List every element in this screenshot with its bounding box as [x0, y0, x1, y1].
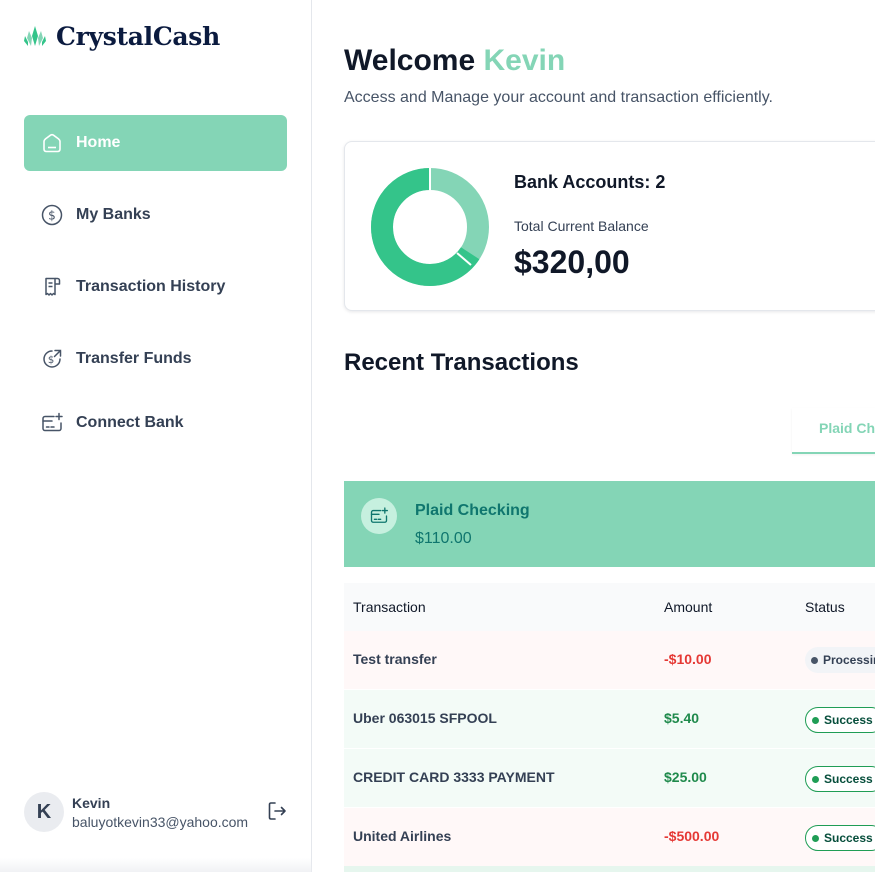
bank-accounts-count: Bank Accounts: 2	[514, 172, 666, 192]
dollar-circle-icon: $	[40, 203, 64, 227]
status-badge: Processin	[805, 647, 875, 673]
status-label: Success	[824, 713, 873, 727]
tab-plaid-checking[interactable]: Plaid Ch	[792, 408, 875, 454]
crystal-logo-icon	[24, 26, 46, 46]
status-label: Success	[824, 772, 873, 786]
sidebar-item-transaction-history[interactable]: Transaction History	[24, 259, 287, 315]
page-title: Welcome Kevin	[344, 44, 565, 78]
status-label: Processin	[823, 653, 875, 667]
user-name: Kevin	[72, 794, 111, 811]
user-email: baluyotkevin33@yahoo.com	[72, 813, 249, 830]
sidebar-item-connect-bank[interactable]: Connect Bank	[24, 395, 287, 451]
bank-account-banner: Plaid Checking $110.00	[344, 481, 875, 567]
page-subtitle: Access and Manage your account and trans…	[344, 89, 773, 106]
brand-logo[interactable]: CrystalCash	[24, 20, 220, 52]
transaction-name: United Airlines	[353, 828, 452, 844]
logout-icon[interactable]	[266, 800, 288, 822]
total-balance-value: $320,00	[514, 244, 630, 280]
total-balance-card: Bank Accounts: 2 Total Current Balance $…	[344, 141, 875, 311]
transaction-name: CREDIT CARD 3333 PAYMENT	[353, 769, 555, 785]
status-dot	[812, 716, 819, 724]
brand-name: CrystalCash	[56, 21, 220, 51]
sidebar-item-label: My Banks	[76, 206, 151, 223]
transaction-amount: $5.40	[664, 710, 700, 726]
card-add-icon	[40, 411, 64, 435]
sidebar-item-label: Transfer Funds	[76, 350, 192, 367]
column-header-amount: Amount	[664, 599, 713, 615]
transaction-name: Uber 063015 SFPOOL	[353, 710, 497, 726]
status-badge: Success	[805, 707, 875, 733]
bank-account-balance: $110.00	[415, 530, 472, 547]
card-add-icon	[361, 498, 397, 534]
transaction-name: Test transfer	[353, 651, 437, 667]
status-label: Success	[824, 831, 873, 845]
status-dot	[811, 656, 818, 664]
sidebar: CrystalCash Home $ My Banks Transaction …	[0, 0, 312, 872]
recent-transactions-title: Recent Transactions	[344, 349, 579, 376]
sidebar-item-label: Connect Bank	[76, 414, 184, 431]
transaction-amount: -$10.00	[664, 651, 712, 667]
bank-account-name: Plaid Checking	[415, 502, 530, 519]
sidebar-item-home[interactable]: Home	[24, 115, 287, 171]
home-icon	[40, 131, 64, 155]
status-badge: Success	[805, 766, 875, 792]
table-row[interactable]: Test transfer -$10.00 Processin	[344, 631, 875, 690]
total-balance-label: Total Current Balance	[514, 218, 649, 234]
receipt-icon	[40, 275, 64, 299]
status-badge: Success	[805, 825, 875, 851]
welcome-text: Welcome	[344, 44, 476, 77]
sidebar-item-label: Transaction History	[76, 278, 226, 295]
column-header-transaction: Transaction	[353, 599, 426, 615]
svg-text:$: $	[48, 355, 54, 366]
table-row[interactable]: United Airlines -$500.00 Success	[344, 808, 875, 867]
welcome-user-name: Kevin	[483, 44, 566, 77]
next-row-peek	[344, 866, 875, 872]
svg-text:$: $	[48, 208, 56, 222]
table-header: Transaction Amount Status	[344, 583, 875, 631]
sidebar-bottom-shadow	[0, 858, 312, 872]
sidebar-item-my-banks[interactable]: $ My Banks	[24, 187, 287, 243]
balance-donut-chart	[371, 168, 489, 286]
transaction-amount: $25.00	[664, 769, 707, 785]
user-profile: K Kevin baluyotkevin33@yahoo.com	[24, 790, 294, 834]
main-content: Welcome Kevin Access and Manage your acc…	[312, 0, 875, 872]
status-dot	[812, 834, 819, 842]
status-dot	[812, 775, 819, 783]
table-row[interactable]: CREDIT CARD 3333 PAYMENT $25.00 Success	[344, 749, 875, 808]
transaction-amount: -$500.00	[664, 828, 720, 844]
column-header-status: Status	[805, 599, 845, 615]
money-send-icon: $	[40, 347, 64, 371]
sidebar-item-label: Home	[76, 134, 121, 151]
sidebar-item-transfer-funds[interactable]: $ Transfer Funds	[24, 331, 287, 387]
table-row[interactable]: Uber 063015 SFPOOL $5.40 Success	[344, 690, 875, 749]
avatar[interactable]: K	[24, 792, 64, 832]
transactions-table: Transaction Amount Status Test transfer …	[344, 583, 875, 867]
